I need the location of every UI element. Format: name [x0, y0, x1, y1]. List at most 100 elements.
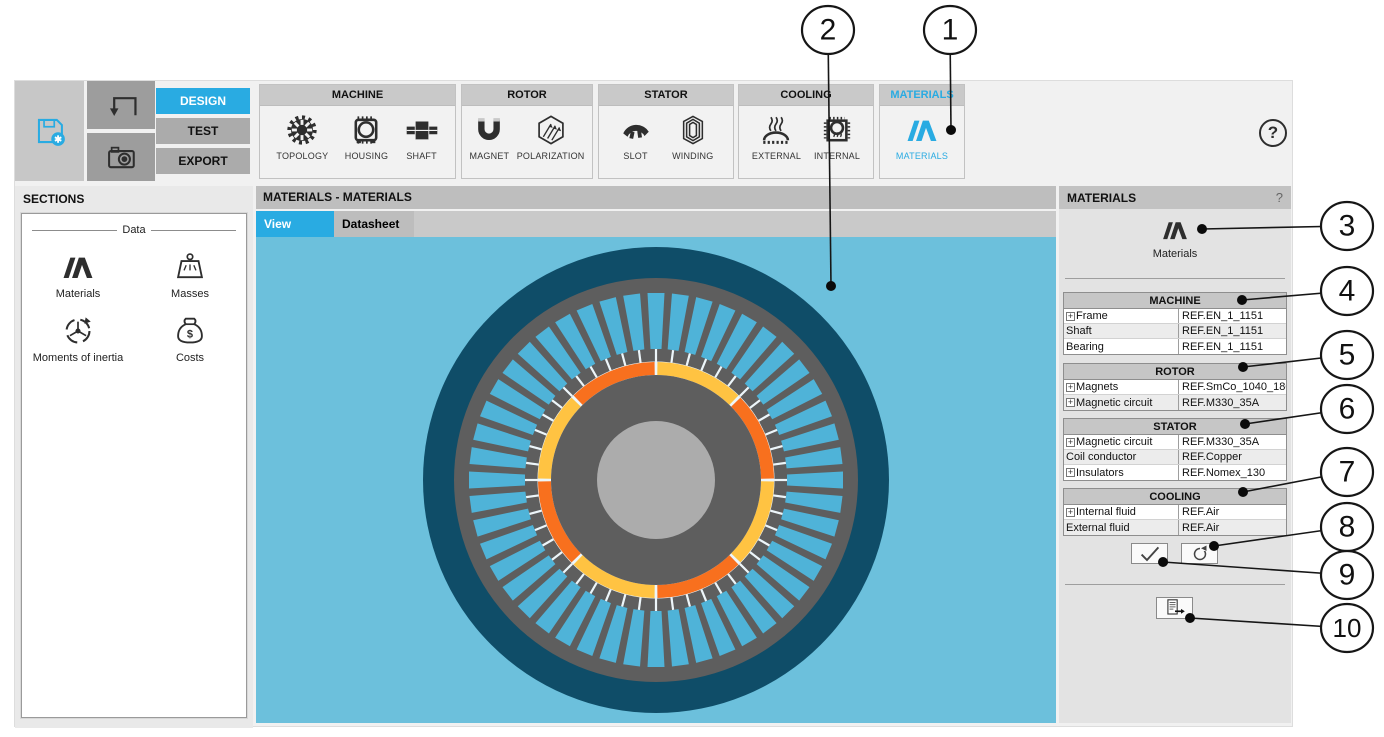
machine-materials-table: MACHINE +FrameREF.EN_1_1151ShaftREF.EN_1… [1063, 292, 1287, 355]
ribbon-button-topology[interactable]: TOPOLOGY [276, 113, 328, 161]
expand-icon[interactable]: + [1066, 398, 1075, 407]
selected-tool: Materials [1059, 216, 1291, 260]
ribbon-button-winding[interactable]: WINDING [672, 113, 713, 161]
ribbon-group-stator: STATOR SLOT [598, 84, 734, 179]
panel-help-icon[interactable]: ? [1276, 190, 1283, 205]
table-row[interactable]: +FrameREF.EN_1_1151 [1064, 309, 1286, 324]
internal-cooling-icon [820, 113, 854, 147]
table-row[interactable]: +MagnetsREF.SmCo_1040_1800 [1064, 380, 1286, 395]
ribbon-button-label: POLARIZATION [517, 151, 585, 161]
table-title: MACHINE [1064, 293, 1286, 309]
ribbon-button-slot[interactable]: SLOT [619, 113, 653, 161]
table-row[interactable]: +Magnetic circuitREF.M330_35A [1064, 435, 1286, 450]
ribbon-button-housing[interactable]: HOUSING [345, 113, 388, 161]
export-button[interactable] [1156, 597, 1193, 619]
ribbon-button-external-cooling[interactable]: EXTERNAL [752, 113, 801, 161]
motor-cross-section [256, 237, 1056, 723]
row-value[interactable]: REF.Copper [1178, 450, 1286, 464]
undo-button[interactable] [87, 81, 155, 129]
restore-button[interactable] [1181, 543, 1218, 564]
ribbon-button-internal-cooling[interactable]: INTERNAL [814, 113, 860, 161]
selected-tool-label: Materials [1059, 248, 1291, 260]
machine-view-canvas[interactable] [256, 237, 1056, 723]
expand-icon[interactable]: + [1066, 468, 1075, 477]
callout-number: 2 [820, 14, 837, 47]
help-icon: ? [1268, 123, 1278, 143]
row-value[interactable]: REF.EN_1_1151 [1178, 324, 1286, 338]
panel-titlebar: MATERIALS ? [1059, 186, 1291, 209]
ribbon-button-magnet[interactable]: MAGNET [470, 113, 510, 161]
ribbon-button-label: HOUSING [345, 151, 388, 161]
magnet-icon [472, 113, 506, 147]
panel-title: MATERIALS [1067, 191, 1136, 205]
table-row[interactable]: +InsulatorsREF.Nomex_130 [1064, 465, 1286, 480]
table-row[interactable]: Coil conductorREF.Copper [1064, 450, 1286, 465]
snapshot-button[interactable] [87, 133, 155, 181]
callout-number: 1 [942, 14, 959, 47]
tab-test[interactable]: TEST [156, 118, 250, 144]
save-button[interactable]: ✱ [15, 81, 84, 181]
row-label: External fluid [1064, 520, 1178, 535]
expand-icon[interactable]: + [1066, 383, 1075, 392]
cooling-materials-table: COOLING +Internal fluidREF.AirExternal f… [1063, 488, 1287, 536]
table-row[interactable]: External fluidREF.Air [1064, 520, 1286, 535]
row-value[interactable]: REF.Air [1178, 520, 1286, 535]
row-value[interactable]: REF.M330_35A [1178, 395, 1286, 410]
row-value[interactable]: REF.Nomex_130 [1178, 465, 1286, 480]
sections-panel: SECTIONS Data Materials [15, 186, 253, 728]
help-button[interactable]: ? [1259, 119, 1287, 147]
ribbon-group-cooling: COOLING EXTERNAL [738, 84, 874, 179]
table-row[interactable]: +Magnetic circuitREF.M330_35A [1064, 395, 1286, 410]
tab-design[interactable]: DESIGN [156, 88, 250, 114]
sidebar-item-masses[interactable]: Masses [134, 250, 246, 300]
materials-properties-panel: MATERIALS ? Materials MACHINE +FrameREF.… [1059, 186, 1291, 723]
expand-icon[interactable]: + [1066, 312, 1075, 321]
tab-view[interactable]: View [256, 211, 334, 237]
external-cooling-icon [759, 113, 793, 147]
row-value[interactable]: REF.EN_1_1151 [1178, 309, 1286, 323]
sidebar-item-materials[interactable]: Materials [22, 250, 134, 300]
sidebar-item-label: Costs [134, 352, 246, 364]
tab-export[interactable]: EXPORT [156, 148, 250, 174]
table-row[interactable]: ShaftREF.EN_1_1151 [1064, 324, 1286, 339]
ribbon-button-materials[interactable]: MATERIALS [896, 113, 948, 161]
row-value[interactable]: REF.EN_1_1151 [1178, 339, 1286, 354]
callout-7 [1321, 448, 1373, 496]
view-tabbar: View Datasheet [256, 211, 1056, 237]
screenshot-stage: ✱ DESIGN TEST EXPORT MACHINE [0, 0, 1384, 737]
callout-number: 7 [1339, 456, 1356, 489]
callout-number: 4 [1339, 275, 1356, 308]
callout-4 [1321, 267, 1373, 315]
callout-number: 5 [1339, 339, 1356, 372]
ribbon-button-label: EXTERNAL [752, 151, 801, 161]
row-label: Coil conductor [1064, 450, 1178, 464]
sidebar-item-moments-of-inertia[interactable]: Moments of inertia [22, 314, 134, 364]
row-value[interactable]: REF.SmCo_1040_1800 [1178, 380, 1286, 394]
inertia-icon [61, 314, 95, 348]
row-value[interactable]: REF.M330_35A [1178, 435, 1286, 449]
table-title: ROTOR [1064, 364, 1286, 380]
ribbon-button-shaft[interactable]: SHAFT [405, 113, 439, 161]
sidebar-item-label: Moments of inertia [22, 352, 134, 364]
table-row[interactable]: BearingREF.EN_1_1151 [1064, 339, 1286, 354]
camera-icon [104, 140, 138, 174]
row-value[interactable]: REF.Air [1178, 505, 1286, 519]
callout-10 [1321, 604, 1373, 652]
ribbon-group-rotor: ROTOR MAGNET [461, 84, 593, 179]
expand-icon[interactable]: + [1066, 438, 1075, 447]
expand-icon[interactable]: + [1066, 508, 1075, 517]
sidebar-item-costs[interactable]: $ Costs [134, 314, 246, 364]
table-row[interactable]: +Internal fluidREF.Air [1064, 505, 1286, 520]
costs-icon: $ [173, 314, 207, 348]
masses-icon [173, 250, 207, 284]
ribbon-button-label: MAGNET [470, 151, 510, 161]
group-title: STATOR [599, 85, 733, 106]
apply-button[interactable] [1131, 543, 1168, 564]
svg-text:✱: ✱ [54, 134, 62, 144]
materials-icon [61, 250, 95, 284]
polarization-icon [534, 113, 568, 147]
tab-datasheet[interactable]: Datasheet [334, 211, 414, 237]
callout-number: 10 [1333, 613, 1362, 643]
ribbon-button-polarization[interactable]: POLARIZATION [517, 113, 585, 161]
callout-number: 3 [1339, 210, 1356, 243]
